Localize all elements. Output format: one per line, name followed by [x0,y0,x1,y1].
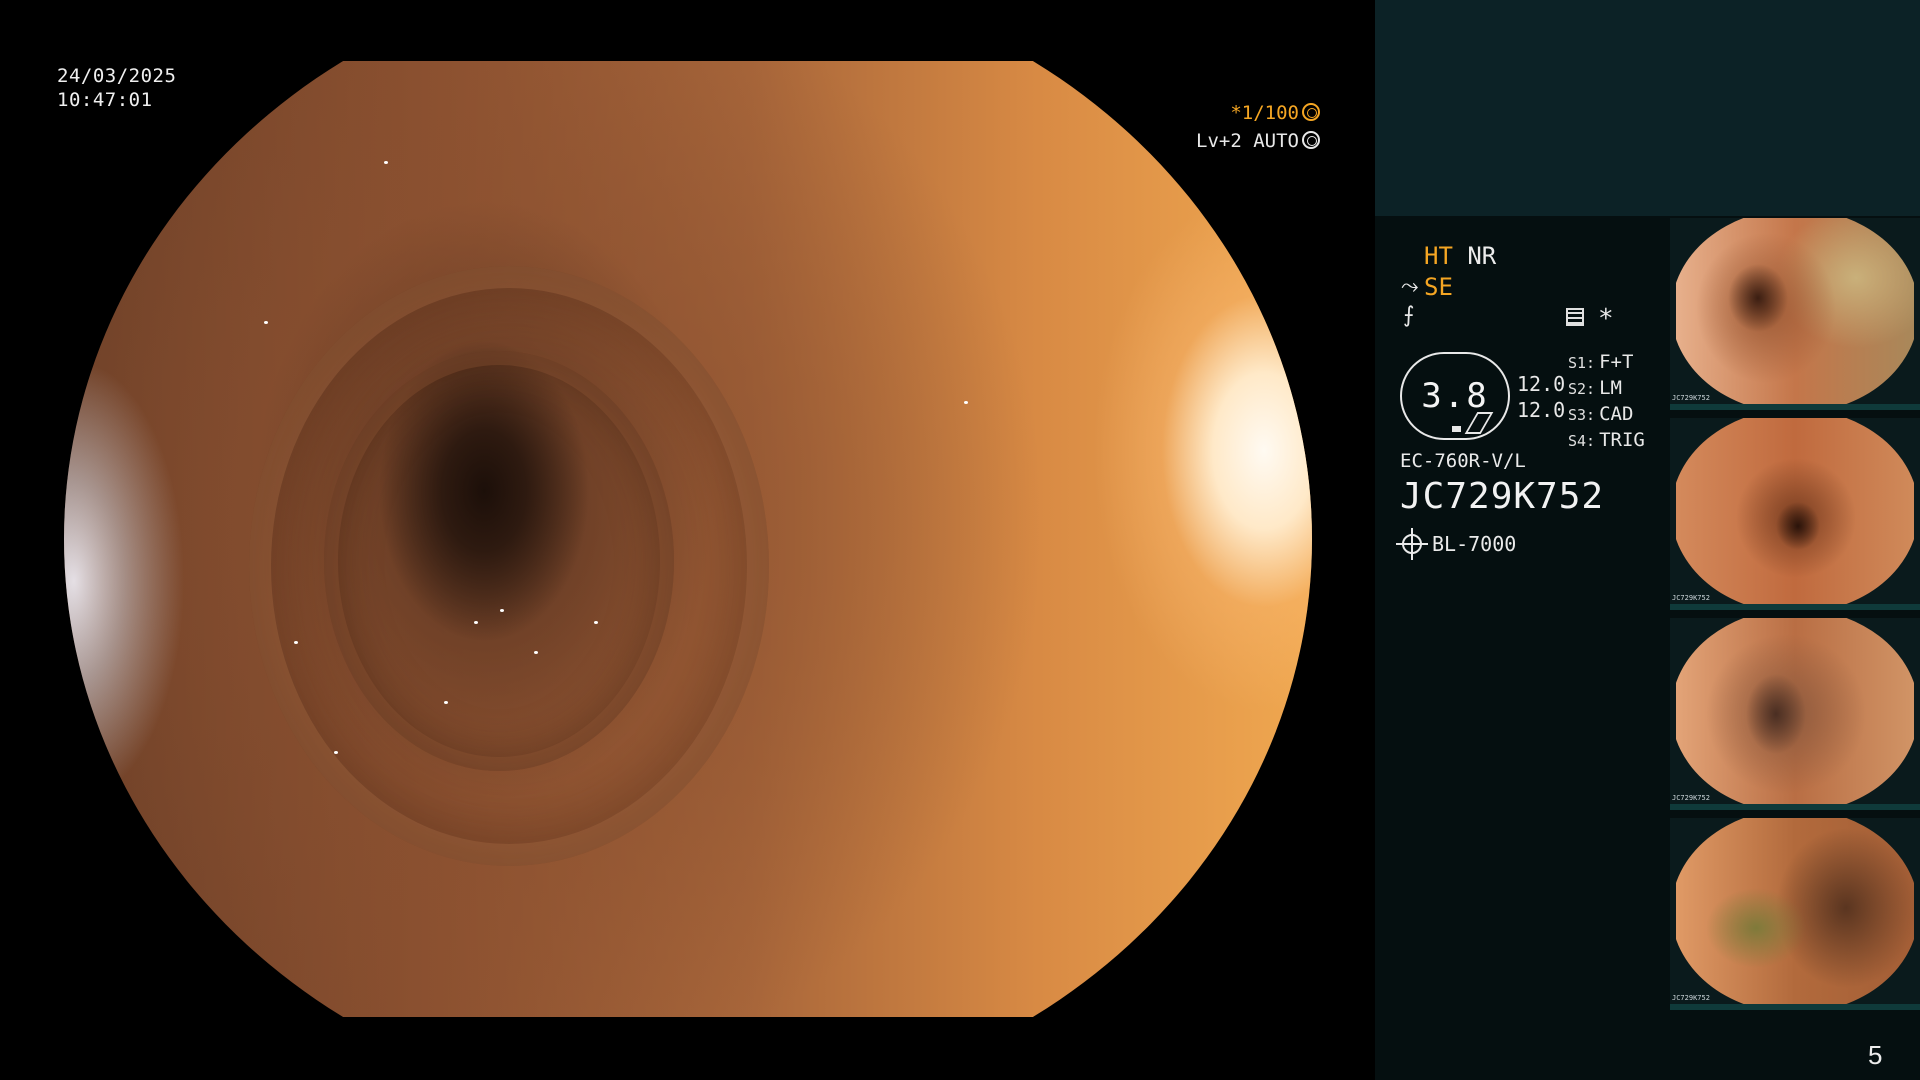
time-text: 10:47:01 [57,89,153,111]
thumbnail-bar [1670,1004,1920,1010]
date-text: 24/03/2025 [57,65,177,87]
switch-row: S1: F+T [1568,351,1634,373]
shutter-row: *1/100 [1196,99,1320,127]
iris-gauge: 3.8 [1400,352,1510,440]
thumbnail-bar [1670,404,1920,410]
exposure-level: Lv+2 AUTO [1196,130,1299,152]
aperture-icon [1302,103,1320,121]
thumbnail-3[interactable]: JC729K752 [1670,618,1920,810]
thumbnail-serial: JC729K752 [1672,794,1710,802]
glare-spot [534,651,538,654]
enhance-icon: ⤳ [1401,274,1419,299]
target-icon [1302,131,1320,149]
gauge-value-1: 12.0 [1517,372,1566,396]
glare-spot [264,321,268,324]
sun-icon [1396,528,1428,560]
grid-icon [1566,308,1584,326]
gauge-value-2: 12.0 [1517,398,1566,422]
thumbnail-1[interactable]: JC729K752 [1670,218,1920,410]
light-source-row: BL-7000 [1396,528,1517,560]
switch-list: S1: F+T S2: LM S3: CAD S4: TRIG [1568,350,1645,454]
endoscope-main-view [64,61,1312,1017]
thumbnail-image [1676,618,1914,804]
exposure-overlay: *1/100 Lv+2 AUTO [1196,99,1320,155]
glare-spot [444,701,448,704]
shutter-speed: *1/100 [1230,102,1299,124]
glare-spot [334,751,338,754]
scope-model: EC-760R-V/L [1400,450,1526,472]
glare-spot [500,609,504,612]
thumbnail-serial: JC729K752 [1672,994,1710,1002]
suction-icon: ⨍ [1403,303,1415,328]
star-marker: * [1598,304,1614,334]
light-source-model: BL-7000 [1432,532,1517,556]
glare-spot [594,621,598,624]
thumbnail-image [1676,418,1914,604]
page-number: 5 [1868,1040,1883,1070]
glare-spot [474,621,478,624]
switch-row: S3: CAD [1568,403,1634,425]
glare-spot [964,401,968,404]
top-info-band [1375,0,1920,216]
gauge-tick [1452,426,1461,432]
mode-ht: HT [1424,242,1453,270]
thumbnail-4[interactable]: JC729K752 [1670,818,1920,1010]
mode-row-se: SE [1424,273,1453,301]
thumbnail-serial: JC729K752 [1672,594,1710,602]
mode-row-ht-nr: HT NR [1424,242,1496,270]
thumbnail-2[interactable]: JC729K752 [1670,418,1920,610]
glare-spot [294,641,298,644]
switch-row: S4: TRIG [1568,429,1645,451]
mode-se: SE [1424,273,1453,301]
exposure-row: Lv+2 AUTO [1196,127,1320,155]
thumbnail-image [1676,818,1914,1004]
thumbnail-serial: JC729K752 [1672,394,1710,402]
thumbnail-image [1676,218,1914,404]
glare-spot [384,161,388,164]
datetime-overlay: 24/03/2025 10:47:01 [57,64,176,112]
lumen-fold [324,351,674,771]
thumbnail-bar [1670,804,1920,810]
thumbnail-bar [1670,604,1920,610]
switch-row: S2: LM [1568,377,1622,399]
mode-nr: NR [1467,242,1497,270]
scope-serial: JC729K752 [1400,476,1605,517]
